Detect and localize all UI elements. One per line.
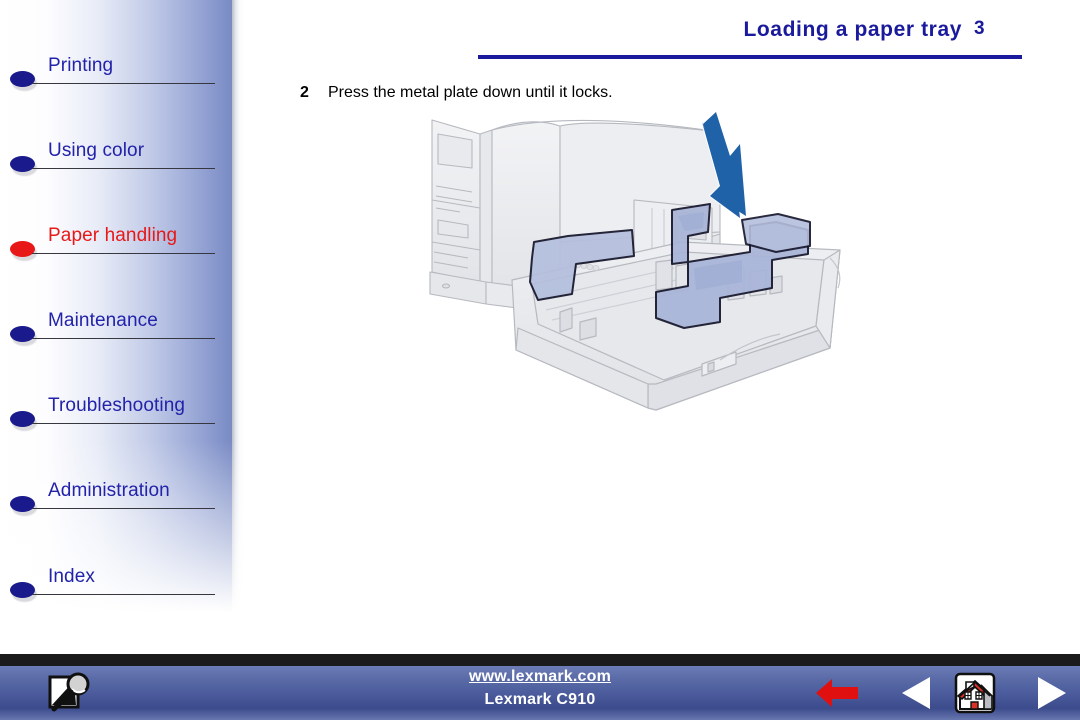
sidebar-item-rule	[32, 594, 215, 595]
sidebar-drop-shadow	[232, 0, 244, 612]
printer-model-label: Lexmark C910	[484, 691, 596, 708]
step-text: Press the metal plate down until it lock…	[328, 84, 613, 101]
page-header: Loading a paper tray 3	[478, 18, 1022, 64]
bullet-icon	[10, 326, 37, 346]
bullet-icon	[10, 582, 37, 602]
next-page-button[interactable]	[1028, 674, 1074, 712]
footer-navigation	[800, 666, 1080, 720]
document-page: Printing Using color Paper handling Main…	[0, 0, 1080, 720]
search-page-magnifier-icon[interactable]	[44, 671, 96, 715]
bullet-icon	[10, 241, 37, 261]
sidebar-item-printing[interactable]: Printing	[10, 55, 225, 97]
sidebar-item-label: Administration	[48, 480, 170, 501]
sidebar-item-rule	[32, 83, 215, 84]
sidebar-item-label: Maintenance	[48, 310, 158, 331]
bullet-icon	[10, 71, 37, 91]
sidebar-item-maintenance[interactable]: Maintenance	[10, 310, 225, 352]
sidebar-item-administration[interactable]: Administration	[10, 480, 225, 522]
sidebar-item-label: Troubleshooting	[48, 395, 186, 416]
bullet-icon	[10, 156, 37, 176]
footer-black-bar	[0, 654, 1080, 666]
sidebar-item-rule	[32, 423, 215, 424]
lexmark-website-link[interactable]: www.lexmark.com	[469, 668, 611, 686]
sidebar-item-label: Index	[48, 566, 95, 587]
sidebar-item-label: Printing	[48, 55, 114, 76]
home-button[interactable]	[954, 672, 996, 714]
previous-page-button[interactable]	[896, 674, 942, 712]
page-number: 3	[974, 18, 985, 39]
sidebar-item-label: Using color	[48, 140, 145, 161]
bullet-icon	[10, 496, 37, 516]
sidebar-item-rule	[32, 338, 215, 339]
footer-brand: www.lexmark.com Lexmark C910	[390, 668, 690, 709]
step-number: 2	[300, 84, 309, 101]
sidebar-item-troubleshooting[interactable]: Troubleshooting	[10, 395, 225, 437]
sidebar-item-paper-handling[interactable]: Paper handling	[10, 225, 225, 267]
footer-toolbar: www.lexmark.com Lexmark C910	[0, 666, 1080, 720]
sidebar-item-rule	[32, 508, 215, 509]
sidebar-navigation: Printing Using color Paper handling Main…	[0, 0, 244, 648]
bullet-icon	[10, 411, 37, 431]
printer-paper-tray-illustration	[420, 112, 870, 412]
instruction-step: 2 Press the metal plate down until it lo…	[300, 84, 900, 108]
sidebar-item-rule	[32, 253, 215, 254]
sidebar-item-rule	[32, 168, 215, 169]
header-rule	[478, 55, 1022, 59]
sidebar-item-label: Paper handling	[48, 225, 178, 246]
sidebar-item-index[interactable]: Index	[10, 566, 225, 608]
back-arrow-button[interactable]	[814, 674, 860, 712]
page-title: Loading a paper tray	[743, 18, 962, 41]
sidebar-item-using-color[interactable]: Using color	[10, 140, 225, 182]
